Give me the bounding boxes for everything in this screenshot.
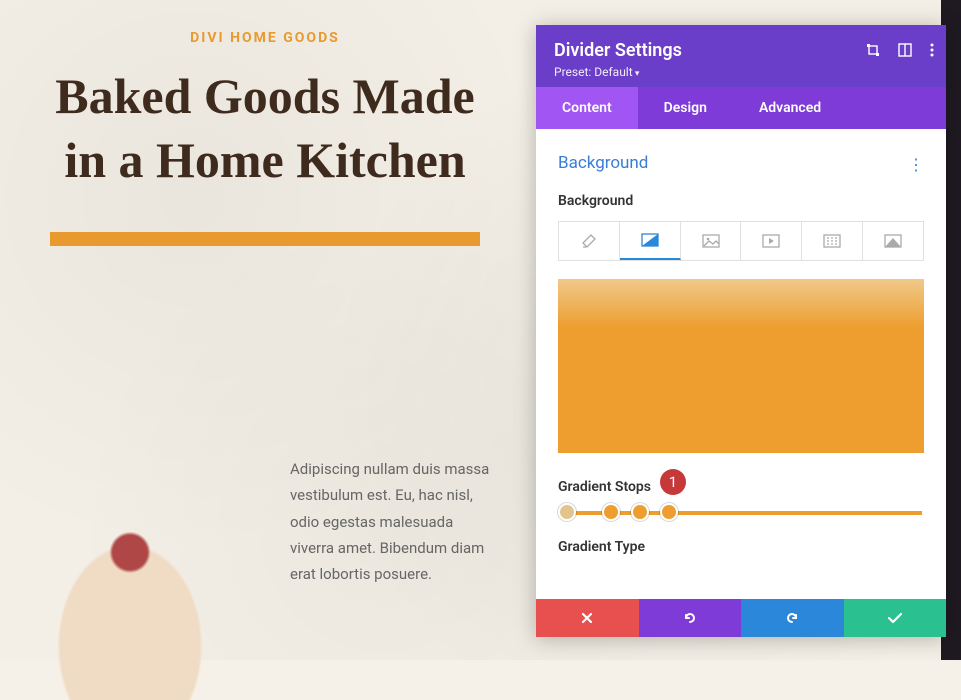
bg-tab-mask[interactable]: [863, 222, 923, 260]
background-type-tabs: [558, 221, 924, 261]
gradient-stops-slider[interactable]: [560, 511, 922, 515]
tab-content[interactable]: Content: [536, 87, 638, 129]
undo-button[interactable]: [639, 599, 742, 637]
save-button[interactable]: [844, 599, 947, 637]
bg-tab-gradient[interactable]: [620, 222, 681, 260]
bg-tab-video[interactable]: [741, 222, 802, 260]
gradient-type-label: Gradient Type: [558, 539, 924, 555]
annotation-badge-1: 1: [660, 469, 686, 495]
gradient-stop-1[interactable]: [558, 503, 576, 521]
page-headline: Baked Goods Made in a Home Kitchen: [40, 64, 490, 192]
gradient-stops-label: Gradient Stops: [558, 479, 924, 495]
section-background-title[interactable]: Background ⋮: [558, 153, 924, 173]
bg-tab-pattern[interactable]: [802, 222, 863, 260]
panel-tabs: Content Design Advanced: [536, 87, 946, 129]
panel-footer: [536, 599, 946, 637]
bg-tab-color[interactable]: [559, 222, 620, 260]
bg-tab-image[interactable]: [681, 222, 742, 260]
tab-advanced[interactable]: Advanced: [733, 87, 847, 129]
panel-header[interactable]: Divider Settings Preset: Default: [536, 25, 946, 87]
tab-design[interactable]: Design: [638, 87, 733, 129]
gradient-stops-field: Gradient Stops 1: [558, 479, 924, 515]
redo-button[interactable]: [741, 599, 844, 637]
header-icons: [866, 43, 934, 57]
gradient-stop-4[interactable]: [660, 503, 678, 521]
gradient-stop-2[interactable]: [602, 503, 620, 521]
settings-panel: Divider Settings Preset: Default Content…: [536, 25, 946, 637]
gradient-preview[interactable]: [558, 279, 924, 453]
cupcake-illustration: [40, 520, 220, 700]
preset-dropdown[interactable]: Preset: Default: [554, 65, 928, 79]
section-menu-icon[interactable]: ⋮: [908, 155, 922, 174]
divider-module[interactable]: [50, 232, 480, 246]
layout-icon[interactable]: [898, 43, 912, 57]
more-icon[interactable]: [930, 43, 934, 57]
body-paragraph: Adipiscing nullam duis massa vestibulum …: [290, 456, 490, 587]
field-background-label: Background: [558, 193, 924, 209]
panel-body: Background ⋮ Background: [536, 129, 946, 599]
gradient-stop-3[interactable]: [631, 503, 649, 521]
expand-icon[interactable]: [866, 43, 880, 57]
eyebrow-text: DIVI HOME GOODS: [40, 30, 490, 46]
close-button[interactable]: [536, 599, 639, 637]
